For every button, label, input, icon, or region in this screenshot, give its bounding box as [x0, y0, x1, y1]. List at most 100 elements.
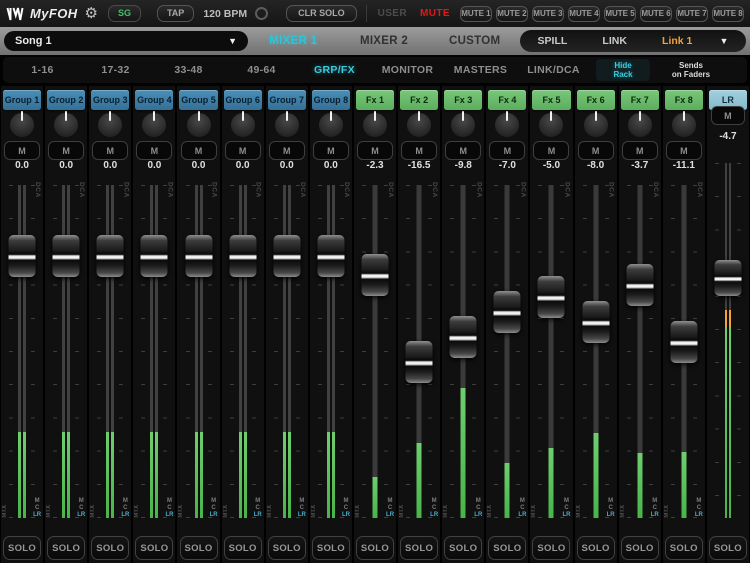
- channel-mute-button[interactable]: M: [136, 141, 172, 160]
- pan-knob[interactable]: [54, 113, 78, 137]
- pan-knob[interactable]: [275, 113, 299, 137]
- pan-knob[interactable]: [539, 113, 563, 137]
- clear-solo-button[interactable]: CLR SOLO: [286, 5, 357, 22]
- channel-label[interactable]: Fx 1: [356, 90, 394, 110]
- fader-track[interactable]: DCA: [442, 178, 484, 528]
- hide-rack-button[interactable]: Hide Rack: [596, 59, 650, 81]
- pan-knob[interactable]: [10, 113, 34, 137]
- solo-button[interactable]: SOLO: [400, 536, 438, 560]
- pan-knob[interactable]: [98, 113, 122, 137]
- channel-label[interactable]: Group 1: [3, 90, 41, 110]
- channel-label[interactable]: Group 5: [179, 90, 217, 110]
- fader-track[interactable]: DCA: [530, 178, 572, 528]
- pan-knob[interactable]: [628, 113, 652, 137]
- mute-group-6-button[interactable]: MUTE 6: [640, 6, 672, 22]
- sends-on-faders-button[interactable]: Sends on Faders: [658, 61, 724, 79]
- channel-mute-button[interactable]: M: [92, 141, 128, 160]
- solo-button[interactable]: SOLO: [91, 536, 129, 560]
- pan-knob[interactable]: [319, 113, 343, 137]
- channel-mute-button[interactable]: M: [622, 141, 658, 160]
- fader-track[interactable]: DCA: [486, 178, 528, 528]
- fader-handle[interactable]: [714, 260, 741, 296]
- tab-custom[interactable]: CUSTOM: [429, 35, 520, 47]
- user-mute-mode-toggle[interactable]: USER: [378, 8, 407, 19]
- channel-mute-button[interactable]: M: [48, 141, 84, 160]
- channel-mute-button[interactable]: M: [666, 141, 702, 160]
- channel-mute-button[interactable]: M: [533, 141, 569, 160]
- solo-button[interactable]: SOLO: [709, 536, 747, 560]
- fader-handle[interactable]: [9, 235, 36, 277]
- fader-track[interactable]: DCA: [663, 178, 705, 528]
- tab-masters[interactable]: MASTERS: [444, 64, 517, 76]
- channel-mute-button[interactable]: M: [313, 141, 349, 160]
- fader-track[interactable]: DCA: [398, 178, 440, 528]
- channel-mute-button[interactable]: M: [357, 141, 393, 160]
- mute-group-1-button[interactable]: MUTE 1: [460, 6, 492, 22]
- mute-group-3-button[interactable]: MUTE 3: [532, 6, 564, 22]
- pan-knob[interactable]: [363, 113, 387, 137]
- fader-track[interactable]: DCA: [575, 178, 617, 528]
- channel-label[interactable]: Fx 4: [488, 90, 526, 110]
- fader-track[interactable]: DCA: [310, 178, 352, 528]
- mute-mode-toggle[interactable]: MUTE: [420, 8, 450, 19]
- mute-group-2-button[interactable]: MUTE 2: [496, 6, 528, 22]
- channel-mute-button[interactable]: M: [578, 141, 614, 160]
- channel-mute-button[interactable]: M: [4, 141, 40, 160]
- fader-track[interactable]: DCA: [619, 178, 661, 528]
- channel-mute-button[interactable]: M: [445, 141, 481, 160]
- pan-knob[interactable]: [495, 113, 519, 137]
- solo-button[interactable]: SOLO: [621, 536, 659, 560]
- mute-group-7-button[interactable]: MUTE 7: [676, 6, 708, 22]
- channel-label[interactable]: Fx 6: [577, 90, 615, 110]
- channel-label[interactable]: Group 4: [135, 90, 173, 110]
- pan-knob[interactable]: [672, 113, 696, 137]
- fader-handle[interactable]: [450, 316, 477, 358]
- pan-knob[interactable]: [584, 113, 608, 137]
- channel-label[interactable]: Fx 8: [665, 90, 703, 110]
- mute-group-5-button[interactable]: MUTE 5: [604, 6, 636, 22]
- solo-button[interactable]: SOLO: [268, 536, 306, 560]
- fader-handle[interactable]: [53, 235, 80, 277]
- channel-label[interactable]: Group 3: [91, 90, 129, 110]
- solo-button[interactable]: SOLO: [3, 536, 41, 560]
- mute-group-8-button[interactable]: MUTE 8: [712, 6, 744, 22]
- pan-knob[interactable]: [451, 113, 475, 137]
- fader-track[interactable]: [707, 178, 749, 528]
- link-button[interactable]: LINK: [602, 35, 627, 47]
- fader-track[interactable]: DCA: [89, 178, 131, 528]
- fader-handle[interactable]: [141, 235, 168, 277]
- channel-label[interactable]: Group 7: [268, 90, 306, 110]
- solo-button[interactable]: SOLO: [577, 536, 615, 560]
- solo-button[interactable]: SOLO: [47, 536, 85, 560]
- tab-bank-1-16[interactable]: 1-16: [6, 64, 79, 76]
- fader-handle[interactable]: [670, 321, 697, 363]
- fader-handle[interactable]: [406, 341, 433, 383]
- pan-knob[interactable]: [187, 113, 211, 137]
- fader-handle[interactable]: [273, 235, 300, 277]
- tab-link-dca[interactable]: LINK/DCA: [517, 64, 590, 76]
- solo-button[interactable]: SOLO: [488, 536, 526, 560]
- fader-track[interactable]: DCA: [354, 178, 396, 528]
- tab-monitor[interactable]: MONITOR: [371, 64, 444, 76]
- pan-knob[interactable]: [231, 113, 255, 137]
- channel-label[interactable]: Group 8: [312, 90, 350, 110]
- sg-button[interactable]: SG: [108, 5, 141, 22]
- channel-label[interactable]: Fx 7: [621, 90, 659, 110]
- fader-handle[interactable]: [97, 235, 124, 277]
- song-select[interactable]: Song 1 ▼: [4, 31, 248, 51]
- channel-label[interactable]: Group 6: [224, 90, 262, 110]
- tab-bank-17-32[interactable]: 17-32: [79, 64, 152, 76]
- solo-button[interactable]: SOLO: [444, 536, 482, 560]
- fader-track[interactable]: DCA: [1, 178, 43, 528]
- channel-label[interactable]: Fx 5: [532, 90, 570, 110]
- solo-button[interactable]: SOLO: [312, 536, 350, 560]
- channel-mute-button[interactable]: M: [489, 141, 525, 160]
- mute-group-4-button[interactable]: MUTE 4: [568, 6, 600, 22]
- fader-track[interactable]: DCA: [222, 178, 264, 528]
- fader-track[interactable]: DCA: [177, 178, 219, 528]
- fader-handle[interactable]: [582, 301, 609, 343]
- solo-button[interactable]: SOLO: [135, 536, 173, 560]
- pan-knob[interactable]: [142, 113, 166, 137]
- tab-bank-33-48[interactable]: 33-48: [152, 64, 225, 76]
- channel-mute-button[interactable]: M: [711, 106, 745, 125]
